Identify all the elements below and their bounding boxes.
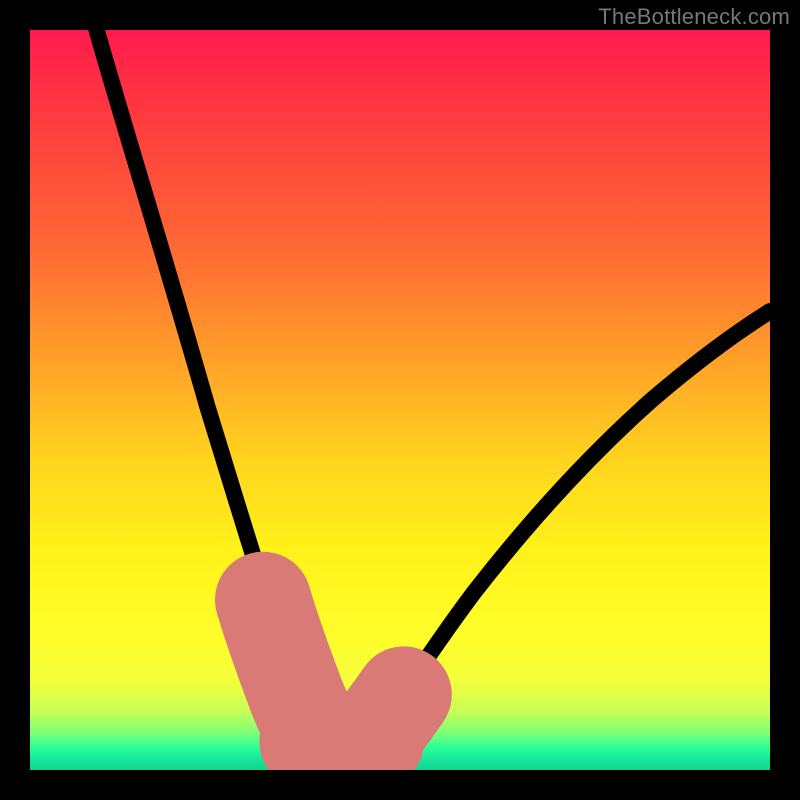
bottleneck-curve <box>97 30 770 751</box>
watermark-text: TheBottleneck.com <box>598 4 790 30</box>
chart-stage: TheBottleneck.com <box>0 0 800 800</box>
highlight-right-approach <box>370 695 403 739</box>
plot-area <box>30 30 770 770</box>
curve-layer <box>30 30 770 770</box>
